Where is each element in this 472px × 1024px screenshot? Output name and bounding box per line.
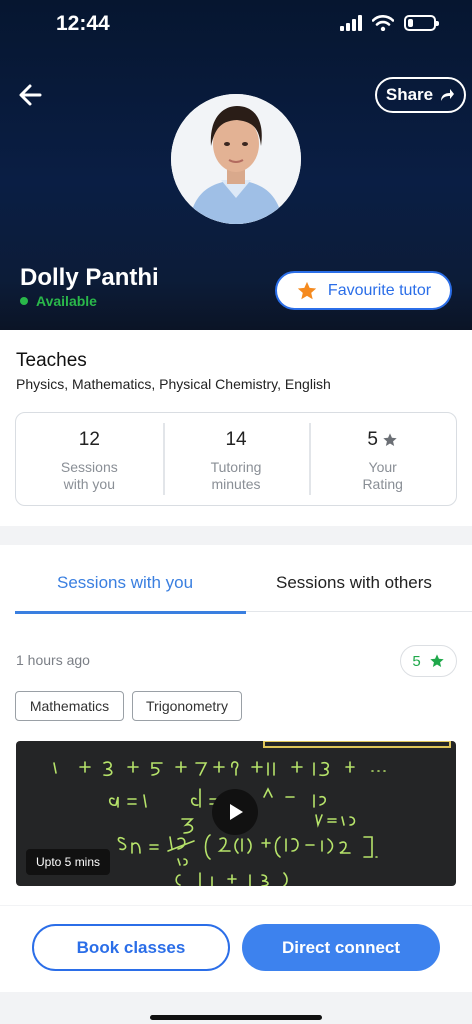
star-icon xyxy=(430,654,444,667)
stat-rating: 5 Your Rating xyxy=(309,413,456,505)
bottom-action-bar: Book classes Direct connect xyxy=(0,906,472,992)
play-icon xyxy=(230,804,243,820)
session-time: 1 hours ago xyxy=(16,652,90,668)
stat-label: Your Rating xyxy=(362,459,403,492)
arrow-left-icon xyxy=(19,84,42,106)
availability-status: Available xyxy=(20,293,97,309)
tab-sessions-with-others[interactable]: Sessions with others xyxy=(276,573,432,593)
tutor-avatar xyxy=(171,94,301,224)
tab-active-indicator xyxy=(15,611,246,614)
sessions-card: Sessions with you Sessions with others 1… xyxy=(0,545,472,905)
wifi-icon xyxy=(372,15,394,31)
session-rating-badge: 5 xyxy=(400,645,457,677)
direct-connect-button[interactable]: Direct connect xyxy=(242,924,440,971)
status-time: 12:44 xyxy=(56,12,110,35)
share-label: Share xyxy=(385,85,434,104)
stat-label: Sessions with you xyxy=(60,459,118,492)
session-video[interactable]: Upto 5 mins xyxy=(16,741,456,886)
availability-label: Available xyxy=(36,293,97,309)
teaches-subjects: Physics, Mathematics, Physical Chemistry… xyxy=(16,376,331,392)
tutor-name: Dolly Panthi xyxy=(20,264,159,291)
stat-value: 5 xyxy=(367,429,378,450)
video-duration-badge: Upto 5 mins xyxy=(26,849,111,875)
status-icons xyxy=(340,15,439,31)
stat-value: 12 xyxy=(78,429,100,450)
teaches-card: Teaches Physics, Mathematics, Physical C… xyxy=(0,330,472,526)
online-dot-icon xyxy=(20,297,28,305)
battery-icon xyxy=(404,15,439,31)
share-button[interactable]: Share xyxy=(375,77,466,113)
teaches-title: Teaches xyxy=(16,350,87,371)
back-button[interactable] xyxy=(16,80,46,110)
session-rating-value: 5 xyxy=(412,652,421,670)
stat-minutes: 14 Tutoring minutes xyxy=(162,413,310,505)
profile-header: 12:44 Share Dolly Panthi Available Favou… xyxy=(0,0,472,330)
subject-chip: Mathematics xyxy=(15,691,124,721)
topic-chip: Trigonometry xyxy=(132,691,242,721)
stat-rating-value: 5 xyxy=(367,429,398,451)
favourite-tutor-button[interactable]: Favourite tutor xyxy=(275,271,452,310)
stat-value: 14 xyxy=(225,429,247,450)
stat-label: Tutoring minutes xyxy=(210,459,262,492)
share-arrow-icon xyxy=(441,89,455,101)
favourite-label: Favourite tutor xyxy=(327,281,432,299)
stat-sessions: 12 Sessions with you xyxy=(16,413,163,505)
tutor-photo xyxy=(171,94,301,224)
star-icon xyxy=(383,433,397,446)
status-bar: 12:44 xyxy=(0,0,472,48)
star-icon xyxy=(297,281,317,299)
book-classes-button[interactable]: Book classes xyxy=(32,924,230,971)
play-button[interactable] xyxy=(212,789,258,835)
signal-icon xyxy=(340,15,362,31)
tab-sessions-with-you[interactable]: Sessions with you xyxy=(57,573,193,593)
home-indicator[interactable] xyxy=(150,1015,322,1020)
stats-box: 12 Sessions with you 14 Tutoring minutes… xyxy=(15,412,457,506)
